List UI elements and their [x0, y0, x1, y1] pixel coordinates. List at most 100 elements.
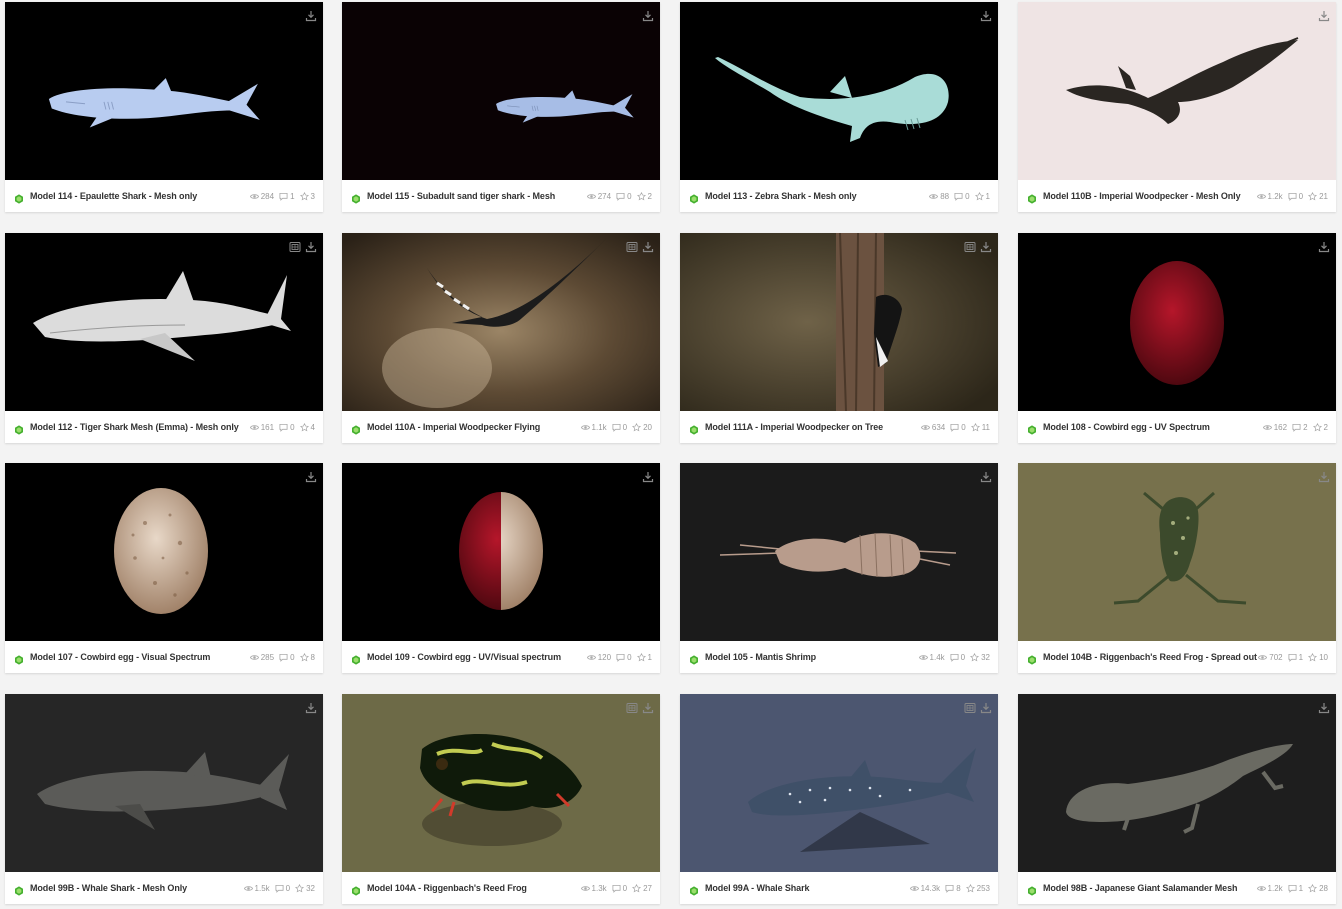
model-title[interactable]: Model 111A - Imperial Woodpecker on Tree — [705, 422, 921, 432]
like-count[interactable]: 32 — [970, 652, 990, 662]
like-count[interactable]: 28 — [1308, 883, 1328, 893]
like-count[interactable]: 1 — [974, 191, 990, 201]
model-thumbnail[interactable] — [680, 463, 998, 641]
comment-count[interactable]: 0 — [275, 884, 290, 893]
comment-count[interactable]: 0 — [612, 423, 627, 432]
model-title[interactable]: Model 105 - Mantis Shrimp — [705, 652, 919, 662]
download-icon[interactable] — [305, 702, 317, 714]
download-icon[interactable] — [642, 471, 654, 483]
comment-count[interactable]: 2 — [1292, 423, 1308, 432]
vr-headset-icon[interactable] — [626, 702, 638, 714]
vr-headset-icon[interactable] — [964, 702, 976, 714]
model-card[interactable]: Model 104B - Riggenbach's Reed Frog - Sp… — [1018, 463, 1336, 673]
model-card[interactable]: Model 111A - Imperial Woodpecker on Tree… — [680, 233, 998, 443]
model-card[interactable]: Model 99B - Whale Shark - Mesh Only 1.5k… — [5, 694, 323, 904]
model-title[interactable]: Model 104A - Riggenbach's Reed Frog — [367, 883, 581, 893]
like-count[interactable]: 253 — [965, 883, 990, 893]
model-card[interactable]: Model 98B - Japanese Giant Salamander Me… — [1018, 694, 1336, 904]
download-icon[interactable] — [642, 702, 654, 714]
model-thumbnail[interactable] — [5, 463, 323, 641]
like-count[interactable]: 32 — [295, 883, 315, 893]
model-title[interactable]: Model 110B - Imperial Woodpecker - Mesh … — [1043, 191, 1257, 201]
like-count[interactable]: 2 — [1312, 422, 1328, 432]
model-thumbnail[interactable] — [1018, 233, 1336, 411]
download-icon[interactable] — [1318, 702, 1330, 714]
comment-count[interactable]: 8 — [945, 884, 961, 893]
like-count[interactable]: 27 — [632, 883, 652, 893]
download-icon[interactable] — [980, 241, 992, 253]
comment-count[interactable]: 1 — [1288, 653, 1303, 662]
model-title[interactable]: Model 104B - Riggenbach's Reed Frog - Sp… — [1043, 652, 1258, 662]
comment-count[interactable]: 0 — [279, 653, 295, 662]
model-thumbnail[interactable] — [342, 463, 660, 641]
model-card[interactable]: Model 104A - Riggenbach's Reed Frog 1.3k… — [342, 694, 660, 904]
model-card[interactable]: Model 112 - Tiger Shark Mesh (Emma) - Me… — [5, 233, 323, 443]
model-card[interactable]: Model 105 - Mantis Shrimp 1.4k 0 32 — [680, 463, 998, 673]
vr-headset-icon[interactable] — [626, 241, 638, 253]
model-card[interactable]: Model 108 - Cowbird egg - UV Spectrum 16… — [1018, 233, 1336, 443]
like-count[interactable]: 20 — [632, 422, 652, 432]
model-title[interactable]: Model 99A - Whale Shark — [705, 883, 910, 893]
model-card[interactable]: Model 109 - Cowbird egg - UV/Visual spec… — [342, 463, 660, 673]
download-icon[interactable] — [980, 10, 992, 22]
model-card[interactable]: Model 110B - Imperial Woodpecker - Mesh … — [1018, 2, 1336, 212]
comment-count[interactable]: 0 — [616, 192, 632, 201]
comment-count[interactable]: 1 — [1288, 884, 1303, 893]
download-icon[interactable] — [1318, 241, 1330, 253]
download-icon[interactable] — [642, 241, 654, 253]
like-count[interactable]: 8 — [299, 652, 315, 662]
model-title[interactable]: Model 114 - Epaulette Shark - Mesh only — [30, 191, 250, 201]
comment-count[interactable]: 0 — [950, 423, 966, 432]
download-icon[interactable] — [980, 702, 992, 714]
model-title[interactable]: Model 98B - Japanese Giant Salamander Me… — [1043, 883, 1257, 893]
model-thumbnail[interactable] — [5, 233, 323, 411]
model-title[interactable]: Model 115 - Subadult sand tiger shark - … — [367, 191, 587, 201]
model-thumbnail[interactable] — [680, 233, 998, 411]
comment-count[interactable]: 0 — [950, 653, 965, 662]
comment-count[interactable]: 0 — [1288, 192, 1303, 201]
comment-count[interactable]: 1 — [279, 192, 295, 201]
like-count[interactable]: 3 — [299, 191, 315, 201]
model-thumbnail[interactable] — [1018, 694, 1336, 872]
model-thumbnail[interactable] — [342, 2, 660, 180]
like-count[interactable]: 4 — [299, 422, 315, 432]
model-thumbnail[interactable] — [680, 2, 998, 180]
like-count[interactable]: 2 — [636, 191, 652, 201]
model-thumbnail[interactable] — [5, 694, 323, 872]
like-count[interactable]: 21 — [1308, 191, 1328, 201]
model-title[interactable]: Model 99B - Whale Shark - Mesh Only — [30, 883, 244, 893]
comment-count[interactable]: 0 — [616, 653, 632, 662]
vr-headset-icon[interactable] — [964, 241, 976, 253]
like-count[interactable]: 11 — [970, 422, 990, 432]
model-thumbnail[interactable] — [342, 233, 660, 411]
download-icon[interactable] — [1318, 10, 1330, 22]
model-title[interactable]: Model 112 - Tiger Shark Mesh (Emma) - Me… — [30, 422, 250, 432]
model-title[interactable]: Model 110A - Imperial Woodpecker Flying — [367, 422, 581, 432]
download-icon[interactable] — [305, 471, 317, 483]
model-card[interactable]: Model 115 - Subadult sand tiger shark - … — [342, 2, 660, 212]
comment-count[interactable]: 0 — [279, 423, 295, 432]
model-card[interactable]: Model 114 - Epaulette Shark - Mesh only … — [5, 2, 323, 212]
comment-count[interactable]: 0 — [612, 884, 627, 893]
model-title[interactable]: Model 108 - Cowbird egg - UV Spectrum — [1043, 422, 1263, 432]
model-card[interactable]: Model 107 - Cowbird egg - Visual Spectru… — [5, 463, 323, 673]
model-thumbnail[interactable] — [680, 694, 998, 872]
model-card[interactable]: Model 110A - Imperial Woodpecker Flying … — [342, 233, 660, 443]
comment-count[interactable]: 0 — [954, 192, 970, 201]
model-thumbnail[interactable] — [342, 694, 660, 872]
download-icon[interactable] — [980, 471, 992, 483]
like-count[interactable]: 10 — [1308, 652, 1328, 662]
model-thumbnail[interactable] — [1018, 2, 1336, 180]
model-card[interactable]: Model 113 - Zebra Shark - Mesh only 88 0… — [680, 2, 998, 212]
like-count[interactable]: 1 — [636, 652, 652, 662]
download-icon[interactable] — [642, 10, 654, 22]
download-icon[interactable] — [305, 10, 317, 22]
download-icon[interactable] — [1318, 471, 1330, 483]
vr-headset-icon[interactable] — [289, 241, 301, 253]
model-title[interactable]: Model 107 - Cowbird egg - Visual Spectru… — [30, 652, 250, 662]
model-thumbnail[interactable] — [1018, 463, 1336, 641]
model-title[interactable]: Model 109 - Cowbird egg - UV/Visual spec… — [367, 652, 587, 662]
model-thumbnail[interactable] — [5, 2, 323, 180]
model-title[interactable]: Model 113 - Zebra Shark - Mesh only — [705, 191, 929, 201]
model-card[interactable]: Model 99A - Whale Shark 14.3k 8 253 — [680, 694, 998, 904]
